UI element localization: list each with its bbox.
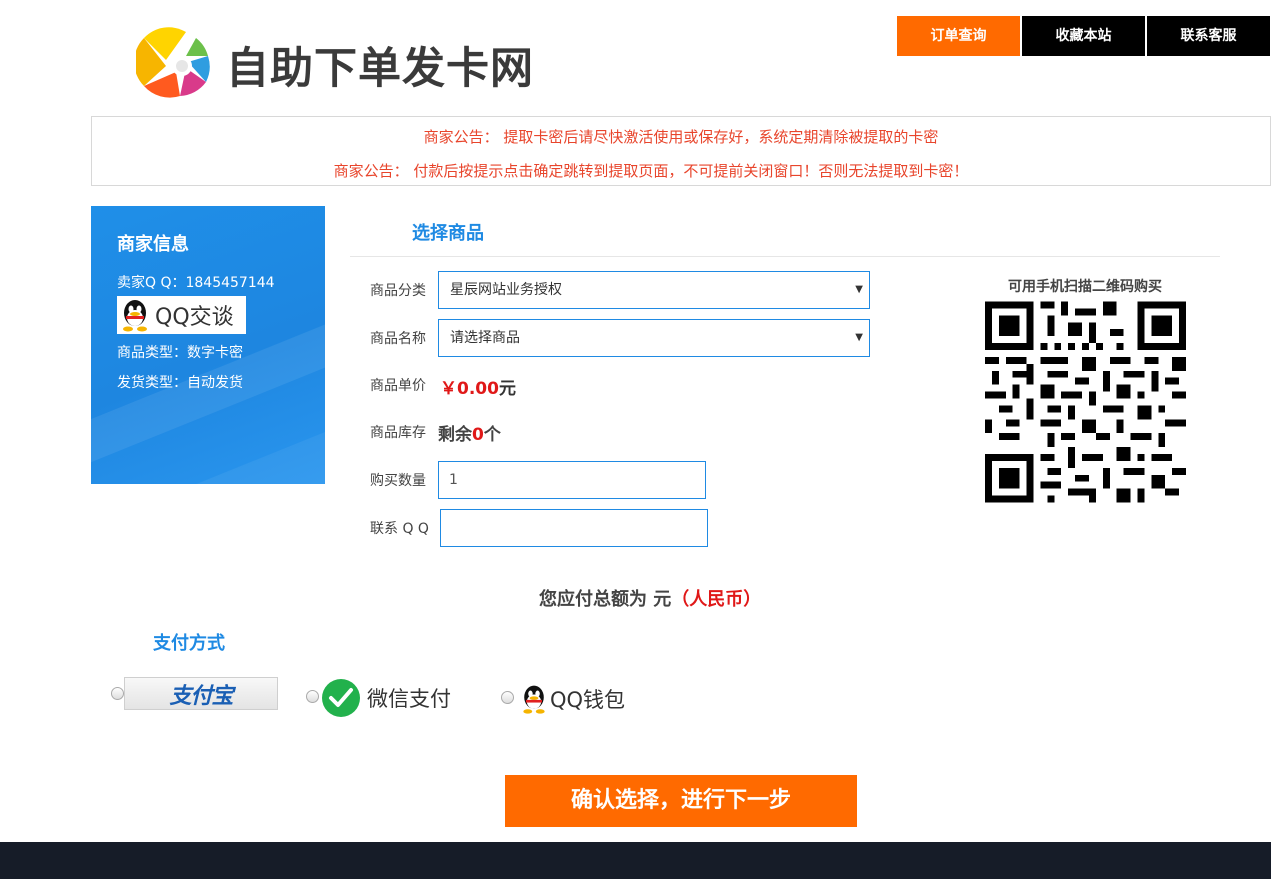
- goods-name-label: 商品名称: [370, 331, 426, 347]
- qq-chat-label: QQ交谈: [155, 305, 234, 330]
- quantity-label: 购买数量: [370, 473, 426, 489]
- nav-bookmark-button[interactable]: 收藏本站: [1022, 16, 1145, 56]
- alipay-logo-text: 支付宝: [169, 683, 233, 709]
- stock-count: 0: [472, 425, 484, 445]
- wechat-pay-option[interactable]: 微信支付: [321, 678, 451, 718]
- site-title: 自助下单发卡网: [226, 44, 534, 94]
- qq-wallet-option[interactable]: QQ钱包: [518, 682, 625, 716]
- goods-name-selected-value: 请选择商品: [450, 330, 520, 346]
- category-select[interactable]: 星辰网站业务授权 ▼: [438, 271, 870, 309]
- category-selected-value: 星辰网站业务授权: [450, 282, 562, 298]
- qr-label: 可用手机扫描二维码购买: [1008, 279, 1162, 295]
- delivery-type: 发货类型：自动发货: [117, 375, 243, 391]
- seller-qq: 卖家Q Q：1845457144: [117, 275, 275, 291]
- top-nav: 订单查询 收藏本站 联系客服: [897, 16, 1271, 56]
- notice-line: 商家公告： 付款后按提示点击确定跳转到提取页面，不可提前关闭窗口！否则无法提取到…: [333, 162, 969, 180]
- alipay-radio[interactable]: [111, 687, 124, 700]
- payment-title: 支付方式: [153, 633, 225, 654]
- merchant-title: 商家信息: [117, 234, 189, 255]
- price-label: 商品单价: [370, 378, 426, 394]
- dropdown-arrow-icon: ▼: [855, 332, 863, 343]
- qq-wallet-radio[interactable]: [501, 691, 514, 704]
- dropdown-arrow-icon: ▼: [855, 284, 863, 295]
- total-currency: （人民币）: [671, 589, 762, 610]
- page: 自助下单发卡网 订单查询 收藏本站 联系客服 商家公告： 提取卡密后请尽快激活使…: [0, 0, 1271, 879]
- qq-chat-button[interactable]: QQ交谈: [117, 296, 246, 334]
- divider: [350, 256, 1220, 257]
- section-title-select-goods: 选择商品: [412, 223, 484, 244]
- qq-wallet-label: QQ钱包: [550, 688, 626, 712]
- confirm-next-button[interactable]: 确认选择，进行下一步: [505, 775, 857, 827]
- total-text: 您应付总额为 元: [539, 589, 672, 610]
- goods-name-select[interactable]: 请选择商品 ▼: [438, 319, 870, 357]
- site-logo-icon: [136, 27, 210, 98]
- qq-penguin-icon: [123, 300, 147, 332]
- price-value: ￥0.00元: [440, 374, 516, 399]
- qq-penguin-icon: [523, 685, 545, 714]
- stock-suffix: 个: [483, 425, 501, 445]
- qr-code-image: [985, 301, 1186, 503]
- category-label: 商品分类: [370, 283, 426, 299]
- goods-type: 商品类型：数字卡密: [117, 345, 243, 361]
- price-unit: 元: [498, 379, 516, 399]
- contact-qq-input[interactable]: [440, 509, 708, 547]
- wechat-pay-icon: [322, 679, 360, 717]
- alipay-option[interactable]: 支付宝: [124, 677, 278, 710]
- stock-value: 剩余0个: [438, 420, 501, 445]
- total-amount: 您应付总额为 元（人民币）: [539, 585, 761, 611]
- quantity-input[interactable]: 1: [438, 461, 706, 499]
- notice-line: 商家公告： 提取卡密后请尽快激活使用或保存好，系统定期清除被提取的卡密: [423, 128, 939, 146]
- nav-order-query-button[interactable]: 订单查询: [897, 16, 1020, 56]
- footer: [0, 842, 1271, 879]
- contact-qq-label: 联系 Q Q: [370, 521, 429, 537]
- stock-prefix: 剩余: [438, 425, 472, 445]
- merchant-info-panel: 商家信息 卖家Q Q：1845457144 QQ交谈 商品类型：数字卡密 发货类…: [91, 206, 325, 484]
- nav-contact-service-button[interactable]: 联系客服: [1147, 16, 1270, 56]
- price-amount: ￥0.00: [440, 379, 499, 399]
- wechat-pay-radio[interactable]: [306, 690, 319, 703]
- wechat-pay-label: 微信支付: [367, 687, 451, 711]
- stock-label: 商品库存: [370, 425, 426, 441]
- notice-box: 商家公告： 提取卡密后请尽快激活使用或保存好，系统定期清除被提取的卡密 商家公告…: [91, 116, 1271, 186]
